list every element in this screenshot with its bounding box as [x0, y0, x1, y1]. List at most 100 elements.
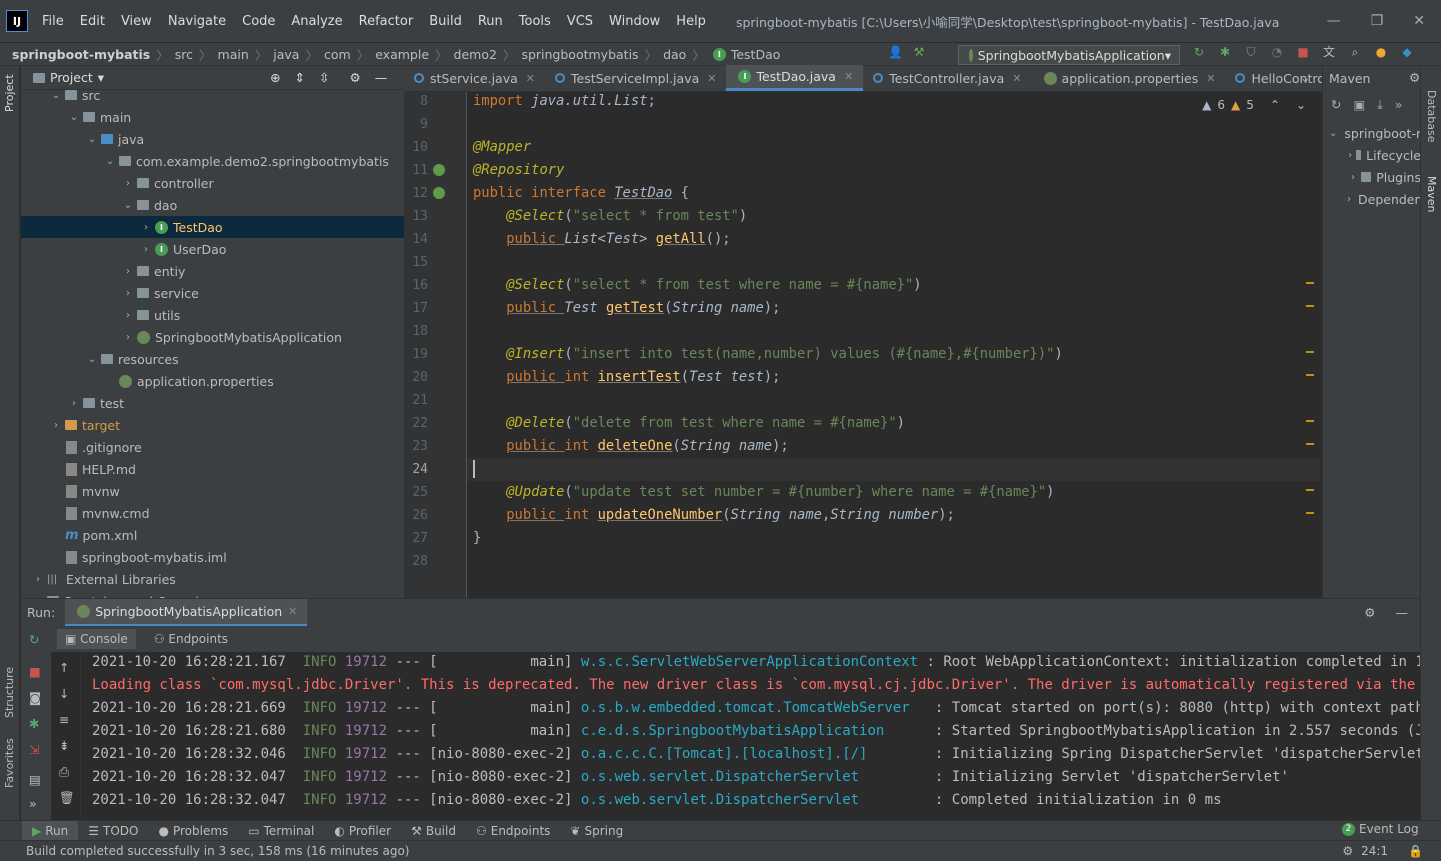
bottom-tab-build[interactable]: ⚒ Build	[401, 824, 466, 838]
stop-icon[interactable]: ■	[29, 664, 41, 679]
chevron-down-icon[interactable]: ⌄	[121, 200, 135, 211]
debug-icon[interactable]: ✱	[1218, 45, 1232, 59]
hide-icon[interactable]: —	[375, 70, 388, 85]
warning-stripe-mark[interactable]	[1306, 305, 1314, 307]
lock-icon[interactable]: 🔒	[1408, 844, 1423, 858]
chevron-down-icon[interactable]: ⌄	[103, 156, 117, 167]
tree-item[interactable]: ⌄ com.example.demo2.springbootmybatis	[21, 150, 404, 172]
bottom-tab-endpoints[interactable]: ⚇ Endpoints	[466, 824, 560, 838]
plugin-icon[interactable]: ◆	[1400, 45, 1414, 59]
print-icon[interactable]: ⎙	[59, 764, 69, 780]
close-tab-icon[interactable]: ✕	[844, 70, 853, 83]
chevron-right-icon[interactable]: ›	[121, 178, 135, 189]
menu-refactor[interactable]: Refactor	[351, 14, 422, 29]
maven-tree-item[interactable]: ⌄ springboot-mybatis	[1323, 122, 1421, 144]
gear-icon[interactable]: ⚙	[1409, 70, 1420, 85]
profile-icon[interactable]: ◔	[1270, 45, 1284, 59]
close-tab-icon[interactable]: ✕	[526, 72, 535, 85]
breadcrumb-item[interactable]: src	[175, 47, 193, 62]
tree-item[interactable]: › utils	[21, 304, 404, 326]
user-icon[interactable]: 👤	[888, 45, 903, 59]
chevron-right-icon[interactable]: ›	[121, 266, 135, 277]
chevron-right-icon[interactable]: ›	[121, 288, 135, 299]
breadcrumb-item[interactable]: springboot-mybatis	[12, 47, 150, 62]
bottom-tab-todo[interactable]: ☰ TODO	[78, 824, 148, 838]
tree-item[interactable]: springboot-mybatis.iml	[21, 546, 404, 568]
gear-icon[interactable]: ⚙	[1364, 605, 1375, 620]
project-view-select[interactable]: Project	[50, 70, 93, 85]
close-tab-icon[interactable]: ✕	[1012, 72, 1021, 85]
console-output[interactable]: 2021-10-20 16:28:21.167 INFO 19712 --- […	[81, 652, 1420, 820]
stop-icon[interactable]: ■	[1296, 45, 1310, 59]
chevron-down-icon[interactable]: ⌄	[49, 90, 63, 101]
chevron-right-icon[interactable]: ›	[139, 222, 153, 233]
menu-tools[interactable]: Tools	[511, 14, 559, 29]
event-log-button[interactable]: 2 Event Log	[1342, 822, 1419, 836]
warning-stripe-mark[interactable]	[1306, 443, 1314, 445]
rerun-icon[interactable]: ↻	[1192, 45, 1206, 59]
run-tab[interactable]: SpringbootMybatisApplication ✕	[65, 598, 308, 627]
more-icon[interactable]: »	[1395, 97, 1403, 113]
maven-tree-item[interactable]: › Lifecycle	[1323, 144, 1421, 166]
bottom-tab-profiler[interactable]: ◐ Profiler	[324, 824, 401, 838]
console-tab[interactable]: ▣ Console	[57, 629, 136, 649]
soft-wrap-icon[interactable]: ≡	[59, 712, 69, 727]
menu-help[interactable]: Help	[668, 14, 714, 29]
expand-all-icon[interactable]: ⇕	[295, 70, 305, 85]
breadcrumb-item[interactable]: main	[218, 47, 249, 62]
tree-item[interactable]: › test	[21, 392, 404, 414]
breadcrumb-item[interactable]: demo2	[454, 47, 497, 62]
spring-bean-icon[interactable]	[433, 187, 445, 199]
endpoints-tab[interactable]: ⚇ Endpoints	[146, 629, 236, 649]
warning-stripe-mark[interactable]	[1306, 489, 1314, 491]
minimize-icon[interactable]: —	[1327, 13, 1341, 29]
up-icon[interactable]: ↑	[59, 660, 69, 675]
hide-icon[interactable]: —	[1396, 605, 1409, 620]
prev-highlight-icon[interactable]: ⌃	[1270, 98, 1280, 112]
tree-item[interactable]: .gitignore	[21, 436, 404, 458]
chevron-right-icon[interactable]: ›	[1347, 194, 1351, 205]
collapse-all-icon[interactable]: ⇳	[319, 70, 329, 85]
caret-position[interactable]: 24:1	[1361, 844, 1388, 858]
breadcrumb-item[interactable]: java	[273, 47, 299, 62]
menu-vcs[interactable]: VCS	[559, 14, 601, 29]
chevron-right-icon[interactable]: ›	[121, 332, 135, 343]
editor-tab[interactable]: TestController.java ✕	[863, 65, 1031, 91]
locate-icon[interactable]: ⊕	[270, 70, 280, 85]
rerun-icon[interactable]: ↻	[29, 632, 39, 647]
editor-tab[interactable]: I TestDao.java ✕	[726, 65, 864, 91]
bottom-tab-terminal[interactable]: ▭ Terminal	[238, 824, 324, 838]
maven-tree-item[interactable]: › Plugins	[1323, 166, 1421, 188]
chevron-down-icon[interactable]: ⌄	[67, 112, 81, 123]
tree-item[interactable]: › I UserDao	[21, 238, 404, 260]
tree-item[interactable]: ⌄ java	[21, 128, 404, 150]
chevron-right-icon[interactable]: ›	[139, 244, 153, 255]
exit-icon[interactable]: ⇲	[29, 742, 39, 757]
bottom-tab-problems[interactable]: ● Problems	[148, 824, 238, 838]
download-icon[interactable]: ⤓	[1377, 97, 1383, 113]
restore-icon[interactable]: ❐	[1371, 13, 1384, 29]
menu-run[interactable]: Run	[470, 14, 511, 29]
debug-icon[interactable]: ✱	[29, 716, 39, 731]
warning-stripe-mark[interactable]	[1306, 420, 1314, 422]
close-tab-icon[interactable]: ✕	[1206, 72, 1215, 85]
chevron-right-icon[interactable]: ›	[1347, 150, 1354, 161]
chevron-right-icon[interactable]: ›	[1347, 172, 1359, 183]
chevron-down-icon[interactable]: ⌄	[85, 134, 99, 145]
tree-item[interactable]: mvnw	[21, 480, 404, 502]
services-icon[interactable]: ⚙	[1342, 844, 1353, 858]
code-editor[interactable]: ▲ 6 ▲ 5 ⌃ ⌄ import java.util.List; @Mapper…	[467, 92, 1320, 598]
close-icon[interactable]: ✕	[1413, 13, 1425, 29]
inspection-widget[interactable]: ▲ 6 ▲ 5 ⌃ ⌄	[1202, 98, 1306, 112]
chevron-down-icon[interactable]: ▾	[98, 70, 104, 85]
add-project-icon[interactable]: ▣	[1353, 97, 1365, 113]
tabs-overflow-icon[interactable]: ⌄	[1300, 70, 1310, 85]
trash-icon[interactable]: 🗑	[59, 790, 75, 806]
update-icon[interactable]: ●	[1374, 45, 1388, 59]
tree-item[interactable]: application.properties	[21, 370, 404, 392]
breadcrumb-item[interactable]: springbootmybatis	[521, 47, 638, 62]
menu-navigate[interactable]: Navigate	[160, 14, 234, 29]
tree-item[interactable]: HELP.md	[21, 458, 404, 480]
more-icon[interactable]: »	[29, 796, 37, 811]
menu-code[interactable]: Code	[234, 14, 283, 29]
